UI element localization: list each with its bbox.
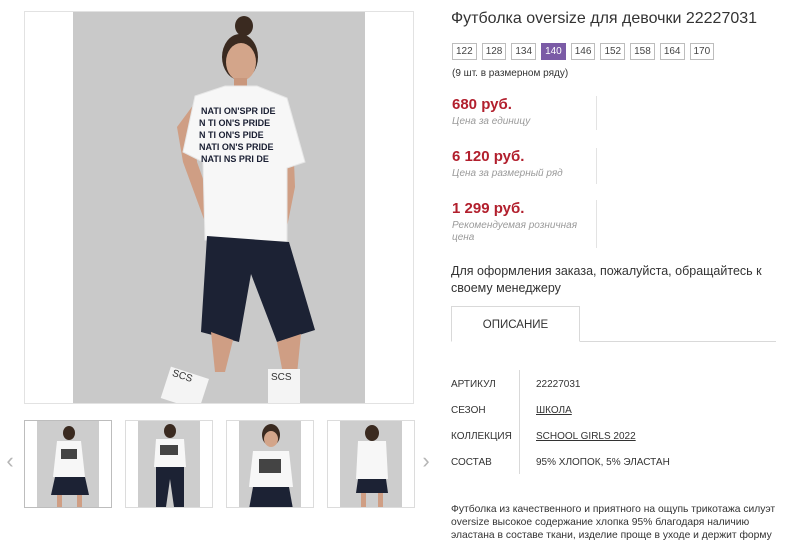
thumbnail-2[interactable]	[125, 420, 213, 508]
order-instructions: Для оформления заказа, пожалуйста, обращ…	[451, 264, 762, 295]
size-option-128[interactable]: 128	[481, 43, 507, 60]
size-option-170[interactable]: 170	[689, 43, 715, 60]
tab-description[interactable]: ОПИСАНИЕ	[451, 306, 580, 342]
thumbnail-1[interactable]	[24, 420, 112, 508]
thumbnail-photo	[356, 425, 388, 507]
unit-price-block: 680 руб. Цена за единицу	[452, 96, 597, 130]
thumbnail-photo	[249, 424, 293, 507]
spec-value: 22227031	[536, 379, 581, 390]
svg-text:SCS: SCS	[271, 372, 292, 383]
size-option-122[interactable]: 122	[452, 43, 477, 60]
size-count-note: (9 шт. в размерном ряду)	[452, 68, 569, 79]
svg-text:NATI ON'S PRIDE: NATI ON'S PRIDE	[199, 142, 273, 152]
spec-key: АРТИКУЛ	[451, 379, 496, 390]
season-link[interactable]: ШКОЛА	[536, 405, 572, 416]
spec-key: СОСТАВ	[451, 457, 492, 468]
chevron-left-icon[interactable]: ‹	[2, 446, 18, 476]
size-option-134[interactable]: 134	[511, 43, 537, 60]
retail-price: 1 299 руб.	[452, 200, 525, 217]
size-option-146[interactable]: 146	[570, 43, 596, 60]
spec-key: СЕЗОН	[451, 405, 486, 416]
model-photo: SCS SCS NATI ON'SPR IDE N TI ON'S PRIDE …	[160, 16, 315, 403]
retail-price-label: Рекомендуемая розничная цена	[452, 220, 578, 243]
chevron-right-icon[interactable]: ›	[418, 446, 434, 476]
size-option-164[interactable]: 164	[659, 43, 685, 60]
svg-text:NATI ON'SPR IDE: NATI ON'SPR IDE	[201, 106, 275, 116]
retail-price-block: 1 299 руб. Рекомендуемая розничная цена	[452, 200, 597, 248]
size-option-140[interactable]: 140	[541, 43, 566, 60]
size-option-158[interactable]: 158	[630, 43, 655, 60]
size-option-152[interactable]: 152	[600, 43, 626, 60]
product-description: Футболка из качественного и приятного на…	[451, 504, 776, 541]
thumbnail-photo	[51, 426, 89, 507]
unit-price: 680 руб.	[452, 96, 512, 113]
size-range-price: 6 120 руб.	[452, 148, 525, 165]
spec-row-season: СЕЗОН ШКОЛА	[451, 396, 771, 422]
spec-row-collection: КОЛЛЕКЦИЯ SCHOOL GIRLS 2022	[451, 422, 771, 448]
product-title: Футболка oversize для девочки 22227031	[451, 10, 758, 27]
svg-text:NATI NS PRI DE: NATI NS PRI DE	[201, 154, 269, 164]
size-range-price-label: Цена за размерный ряд	[452, 168, 563, 179]
thumbnail-3[interactable]	[226, 420, 314, 508]
collection-link[interactable]: SCHOOL GIRLS 2022	[536, 431, 636, 442]
spec-key: КОЛЛЕКЦИЯ	[451, 431, 512, 442]
spec-row-article: АРТИКУЛ 22227031	[451, 370, 771, 396]
spec-row-composition: СОСТАВ 95% ХЛОПОК, 5% ЭЛАСТАН	[451, 448, 771, 474]
size-range-price-block: 6 120 руб. Цена за размерный ряд	[452, 148, 597, 184]
thumbnail-carousel: ‹ ›	[0, 418, 440, 510]
product-tabs: ОПИСАНИЕ	[451, 306, 776, 342]
spec-value: 95% ХЛОПОК, 5% ЭЛАСТАН	[536, 457, 670, 468]
svg-text:N TI ON'S PIDE: N TI ON'S PIDE	[199, 130, 264, 140]
unit-price-label: Цена за единицу	[452, 116, 531, 127]
product-main-image[interactable]: SCS SCS NATI ON'SPR IDE N TI ON'S PRIDE …	[24, 11, 414, 404]
thumbnail-4[interactable]	[327, 420, 415, 508]
size-selector: 122 128 134 140 146 152 158 164 170	[452, 43, 715, 60]
thumbnail-photo	[154, 424, 186, 507]
specs-table: АРТИКУЛ 22227031 СЕЗОН ШКОЛА КОЛЛЕКЦИЯ S…	[451, 370, 771, 474]
svg-text:N TI ON'S PRIDE: N TI ON'S PRIDE	[199, 118, 270, 128]
